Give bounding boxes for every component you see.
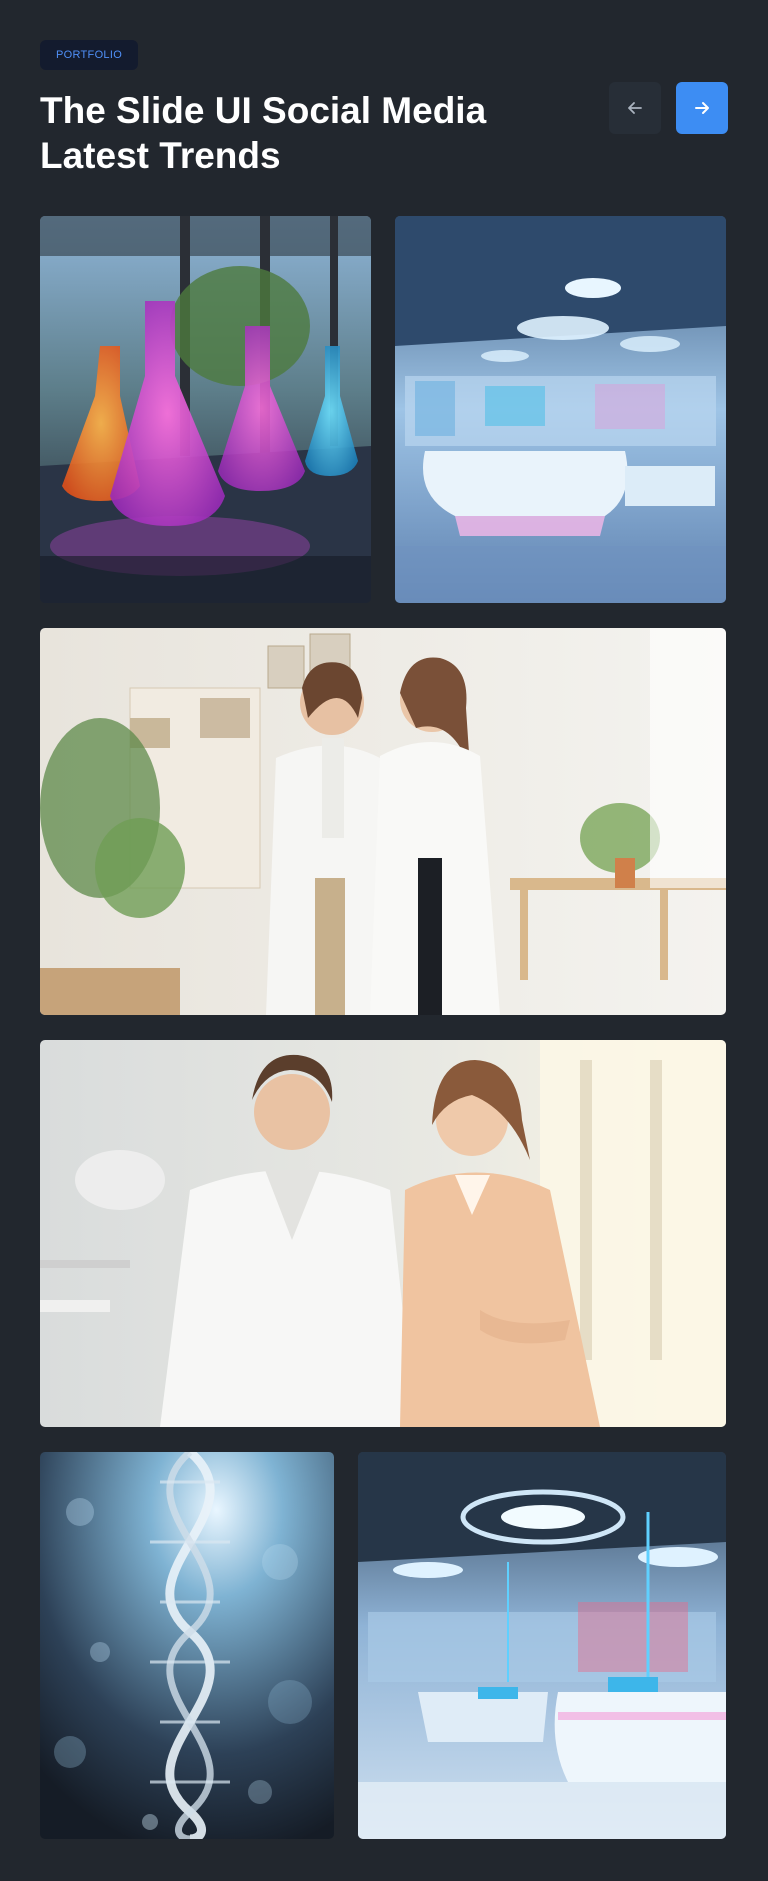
- two-scientists-lab-photo[interactable]: [40, 628, 726, 1015]
- futuristic-lab-photo[interactable]: [395, 216, 726, 603]
- portfolio-badge: PORTFOLIO: [40, 40, 139, 70]
- next-slide-button[interactable]: [676, 82, 728, 134]
- portfolio-page: PORTFOLIO The Slide UI Social Media Late…: [0, 0, 768, 1881]
- two-smiling-scientists-photo[interactable]: [40, 1040, 726, 1427]
- colorful-flasks-photo[interactable]: [40, 216, 371, 603]
- arrow-right-icon: [695, 102, 709, 114]
- page-title: The Slide UI Social Media Latest Trends: [40, 90, 487, 176]
- modern-lab-interior-photo[interactable]: [358, 1452, 726, 1839]
- arrow-left-icon: [628, 102, 642, 114]
- previous-slide-button[interactable]: [609, 82, 661, 134]
- dna-helix-photo[interactable]: [40, 1452, 334, 1839]
